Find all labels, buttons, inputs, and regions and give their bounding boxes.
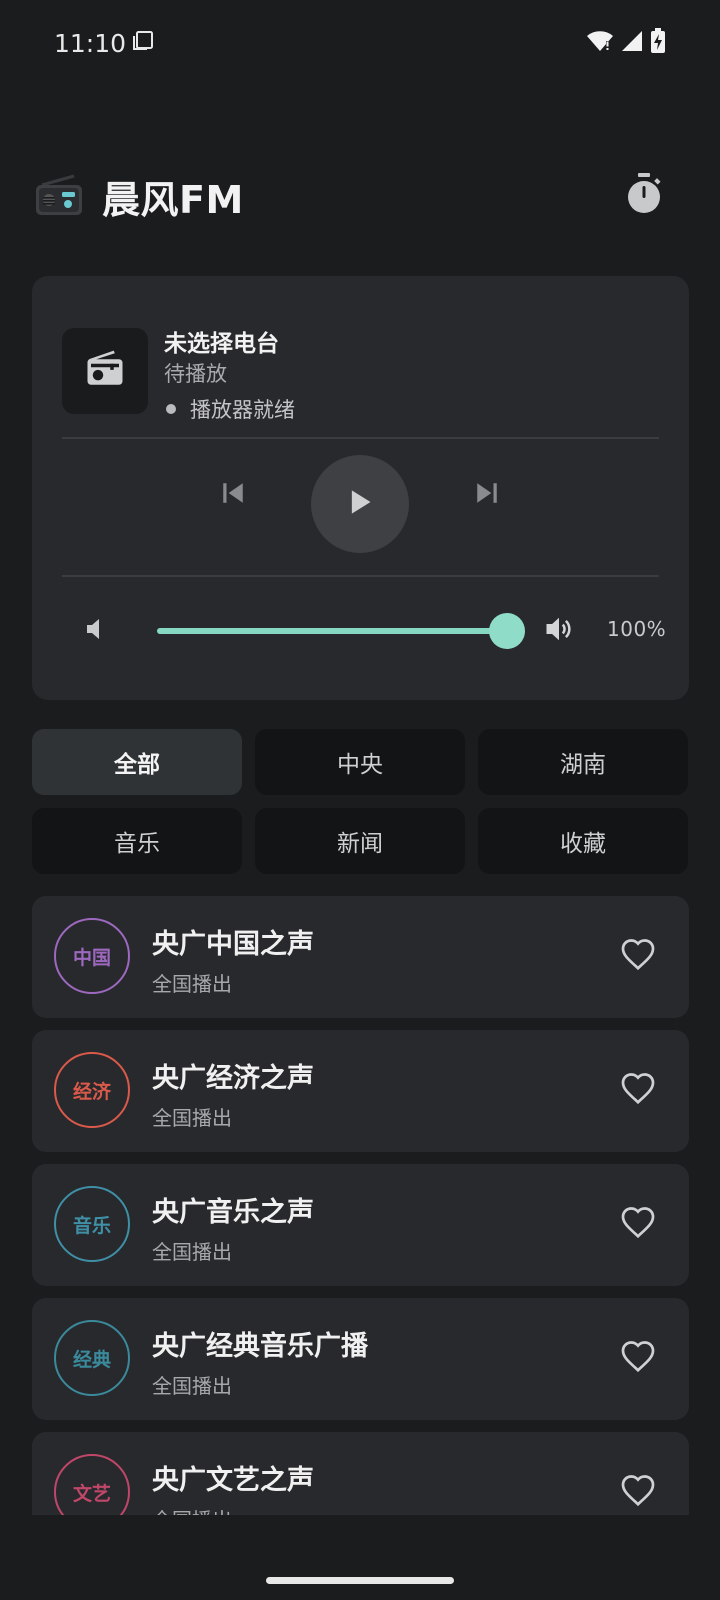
station-name: 央广中国之声 (152, 929, 314, 960)
station-region: 全国播出 (152, 972, 232, 996)
station-badge: 文艺 (54, 1454, 130, 1515)
station-name: 央广音乐之声 (152, 1197, 314, 1228)
station-name: 央广文艺之声 (152, 1465, 314, 1496)
heart-icon (620, 1071, 656, 1109)
station-badge: 中国 (54, 918, 130, 994)
station-card[interactable]: 文艺央广文艺之声全国播出 (32, 1432, 689, 1515)
heart-icon (620, 1205, 656, 1243)
station-card[interactable]: 音乐 央广音乐之声全国播出 (32, 1164, 689, 1286)
station-card[interactable]: 经典 央广经典音乐广播全国播出 (32, 1298, 689, 1420)
favorite-button[interactable] (619, 1340, 657, 1376)
station-region: 全国播出 (152, 1240, 232, 1264)
station-card[interactable]: 中国 央广中国之声全国播出 (32, 896, 689, 1018)
favorite-button[interactable] (619, 1206, 657, 1242)
favorite-button[interactable] (619, 1474, 657, 1510)
station-region: 全国播出 (152, 1374, 232, 1398)
station-badge: 经济 (54, 1052, 130, 1128)
heart-icon (620, 1473, 656, 1511)
navigation-area (0, 1515, 720, 1600)
station-badge: 音乐 (54, 1186, 130, 1262)
station-name: 央广经济之声 (152, 1063, 314, 1094)
station-badge: 经典 (54, 1320, 130, 1396)
station-region: 全国播出 (152, 1106, 232, 1130)
favorite-button[interactable] (619, 1072, 657, 1108)
heart-icon (620, 937, 656, 975)
favorite-button[interactable] (619, 938, 657, 974)
station-region: 全国播出 (152, 1504, 232, 1515)
station-name: 央广经典音乐广播 (152, 1331, 368, 1362)
station-list-viewport: 中国 央广中国之声 全国播出 经济 央广经济之声 全国播出 音乐 央广音乐之声 全国播出 经典 央广… (0, 0, 720, 1515)
station-card[interactable]: 经济 央广经济之声全国播出 (32, 1030, 689, 1152)
heart-icon (620, 1339, 656, 1377)
home-indicator[interactable] (266, 1577, 454, 1584)
